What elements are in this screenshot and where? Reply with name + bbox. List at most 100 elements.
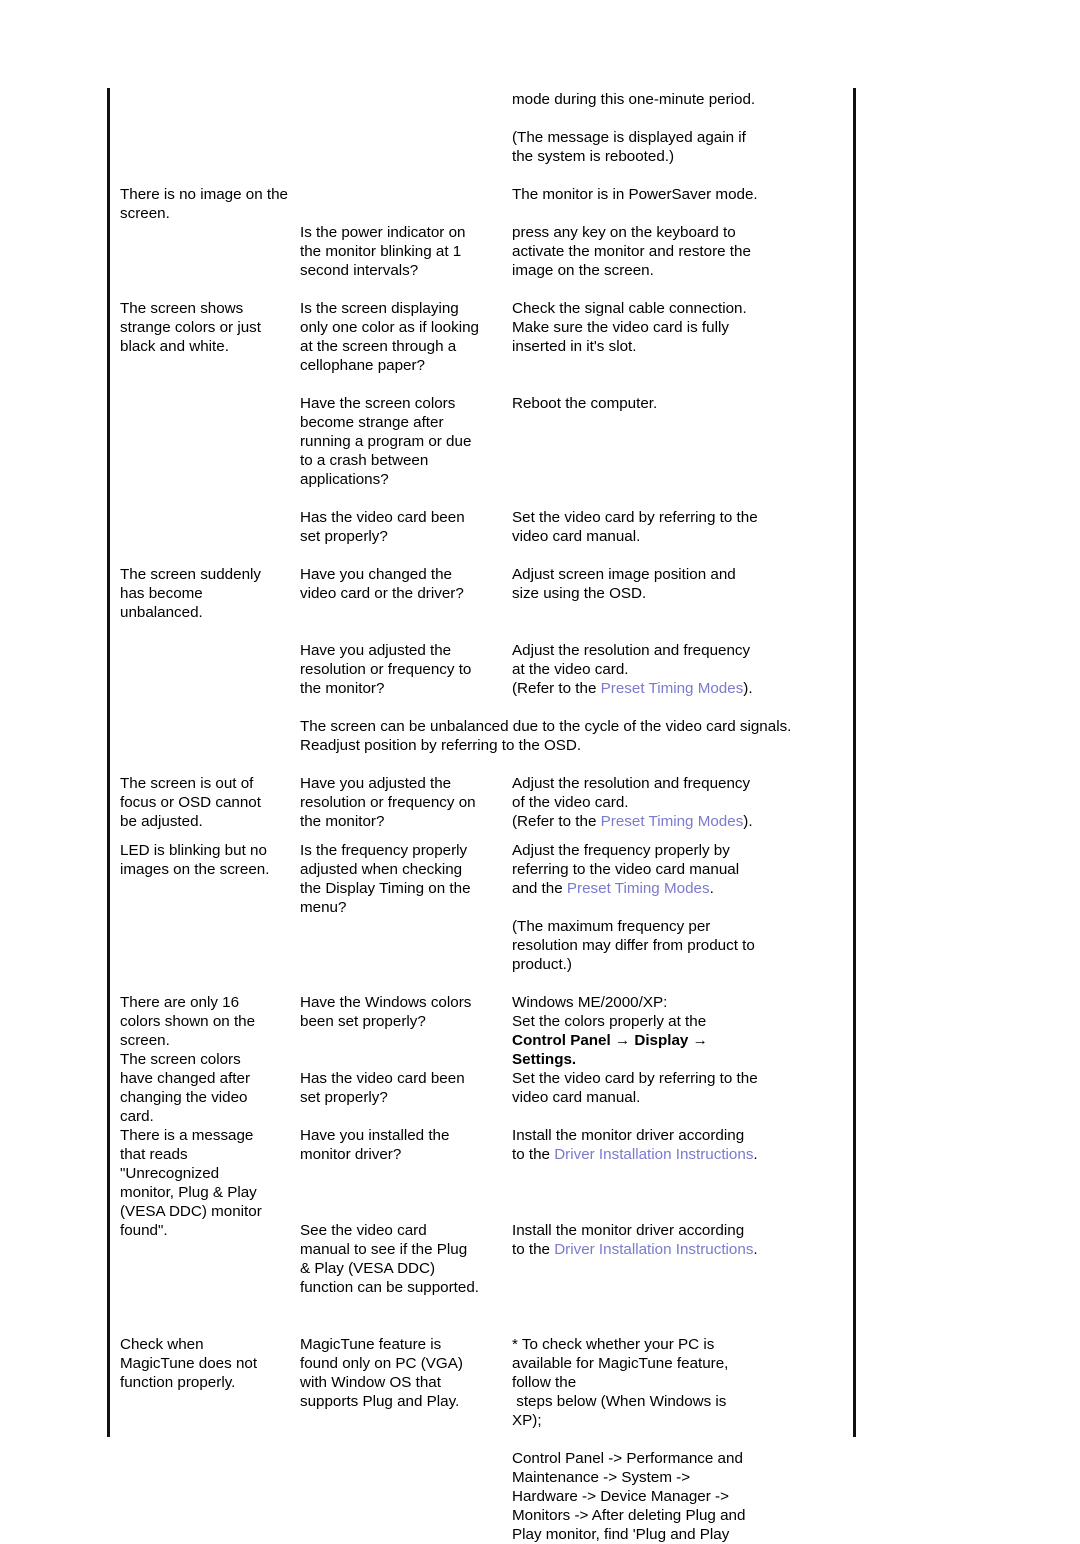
solution-link-line: (Refer to the Preset Timing Modes). [512,812,842,831]
checklist-cell: Have you changed the video card or the d… [300,566,464,602]
solution-steps: Control Panel -> Performance and Mainten… [512,1450,746,1543]
checklist-cell: Have you adjusted the resolution or freq… [300,775,476,830]
row-spacer [120,375,850,394]
solution-link-line: and the Preset Timing Modes. [512,879,842,898]
link-prefix: and the [512,880,567,897]
link-suffix: . [753,1146,758,1163]
preset-timing-modes-link[interactable]: Preset Timing Modes [567,880,710,897]
solution-cell: Check the signal cable connection. Make … [512,300,747,355]
link-suffix: . [753,1241,758,1258]
solution-link-line: to the Driver Installation Instructions. [512,1240,842,1259]
table-row: The screen is out of focus or OSD cannot… [120,774,850,831]
solution-line: of the video card. [512,794,629,811]
solution-cell: Adjust the resolution and frequency of t… [512,774,842,831]
row-spacer [120,489,850,508]
solution-cell: Reboot the computer. [512,395,658,412]
table-row: The screen suddenly has become unbalance… [120,565,850,622]
solution-text: * To check whether your PC is available … [512,1336,729,1429]
row-spacer [120,698,850,717]
table-row: Check when MagicTune does not function p… [120,1335,850,1544]
solution-link-line: (Refer to the Preset Timing Modes). [512,679,842,698]
row-spacer [120,755,850,774]
row-spacer [120,546,850,565]
solution-cell: Set the video card by referring to the v… [512,509,758,545]
solution-cell: Set the video card by referring to the v… [512,1070,758,1106]
table-row: mode during this one-minute period. (The… [120,90,850,166]
symptom-cell: There are only 16 colors shown on the sc… [120,994,256,1125]
solution-line: Windows ME/2000/XP: [512,994,668,1011]
table-row: The screen shows strange colors or just … [120,299,850,375]
solution-line: Set the colors properly at the [512,1013,707,1030]
row-spacer [120,166,850,185]
solution-line: Adjust the frequency properly by [512,842,730,859]
link-prefix: (Refer to the [512,680,601,697]
troubleshooting-table: mode during this one-minute period. (The… [120,90,850,1544]
table-row: Have the screen colors become strange af… [120,394,850,489]
solution-text: (The message is displayed again if the s… [512,129,746,165]
checklist-cell: Has the video card been set properly? [300,1070,465,1106]
table-row: There is no image on the screen. The mon… [120,185,850,223]
symptom-cell: The screen shows strange colors or just … [120,300,261,355]
preset-timing-modes-link[interactable]: Preset Timing Modes [601,680,744,697]
solution-line: Adjust the resolution and frequency [512,775,751,792]
solution-cell: Install the monitor driver according to … [512,1221,842,1259]
symptom-cell: There is no image on the screen. [120,186,289,222]
symptom-cell: LED is blinking but no images on the scr… [120,842,270,878]
table-row-note: The screen can be unbalanced due to the … [120,717,850,755]
link-suffix: ). [743,813,753,830]
symptom-cell: The screen suddenly has become unbalance… [120,566,261,621]
solution-line: at the video card. [512,661,629,678]
solution-line: Install the monitor driver according [512,1127,745,1144]
solution-cell: mode during this one-minute period. (The… [512,90,842,166]
table-row: LED is blinking but no images on the scr… [120,841,850,974]
solution-path-line: Control Panel → Display → [512,1032,708,1049]
checklist-cell: MagicTune feature is found only on PC (V… [300,1336,463,1410]
preset-timing-modes-link[interactable]: Preset Timing Modes [601,813,744,830]
row-spacer [120,1297,850,1335]
solution-link-line: to the Driver Installation Instructions. [512,1145,842,1164]
row-spacer [120,831,850,841]
solution-cell: Windows ME/2000/XP: Set the colors prope… [512,993,842,1069]
symptom-cell: The screen is out of focus or OSD cannot… [120,775,261,830]
checklist-cell: Is the frequency properly adjusted when … [300,842,471,916]
checklist-cell: Is the screen displaying only one color … [300,300,479,374]
solution-note: (The maximum frequency per resolution ma… [512,918,755,973]
driver-installation-instructions-link[interactable]: Driver Installation Instructions [554,1146,753,1163]
solution-cell: Adjust the frequency properly by referri… [512,841,842,974]
row-spacer [120,974,850,993]
solution-cell: The monitor is in PowerSaver mode. [512,186,758,203]
table-row: Is the power indicator on the monitor bl… [120,223,850,280]
checklist-cell: Have the screen colors become strange af… [300,395,472,488]
link-prefix: to the [512,1146,555,1163]
checklist-cell: Have you adjusted the resolution or freq… [300,642,472,697]
table-row: Has the video card been set properly? Se… [120,508,850,546]
link-prefix: (Refer to the [512,813,601,830]
solution-cell: press any key on the keyboard to activat… [512,224,751,279]
table-row: Have you adjusted the resolution or freq… [120,641,850,698]
checklist-cell: Have the Windows colors been set properl… [300,994,472,1030]
solution-cell: Install the monitor driver according to … [512,1126,842,1164]
checklist-cell: Have you installed the monitor driver? [300,1127,450,1163]
checklist-cell: See the video card manual to see if the … [300,1222,480,1296]
solution-line: Adjust the resolution and frequency [512,642,751,659]
driver-installation-instructions-link[interactable]: Driver Installation Instructions [554,1241,753,1258]
solution-path-line: Settings. [512,1051,577,1068]
note-text: The screen can be unbalanced due to the … [300,718,792,754]
solution-cell: * To check whether your PC is available … [512,1335,842,1544]
link-suffix: ). [743,680,753,697]
solution-line: Install the monitor driver according [512,1222,745,1239]
row-spacer [120,622,850,641]
link-suffix: . [709,880,714,897]
checklist-cell: Is the power indicator on the monitor bl… [300,224,466,279]
row-spacer [120,280,850,299]
solution-text: mode during this one-minute period. [512,91,756,108]
symptom-cell: There is a message that reads "Unrecogni… [120,1127,262,1239]
symptom-cell: Check when MagicTune does not function p… [120,1336,258,1391]
solution-cell: Adjust the resolution and frequency at t… [512,641,842,698]
link-prefix: to the [512,1241,555,1258]
checklist-cell: Has the video card been set properly? [300,509,465,545]
solution-cell: Adjust screen image position and size us… [512,566,736,602]
